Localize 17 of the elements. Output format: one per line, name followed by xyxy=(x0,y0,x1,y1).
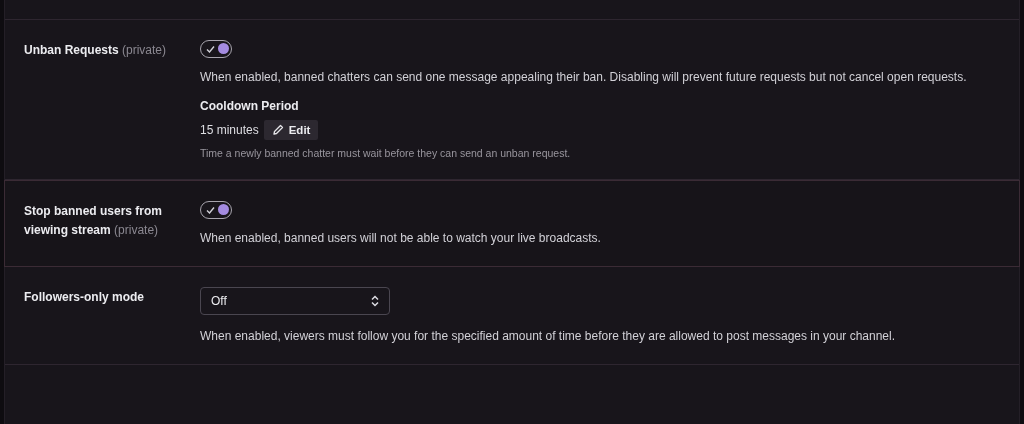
setting-description: When enabled, banned chatters can send one message appealing their ban. Disabling will prevent future requests but not cancel open requests. xyxy=(200,69,968,86)
setting-description: When enabled, banned users will not be able to watch your live broadcasts. xyxy=(200,230,602,247)
section-title: Cooldown Period xyxy=(200,99,300,113)
setting-label: Stop banned users from viewing stream (private) xyxy=(24,203,164,239)
select-dropdown[interactable]: Off xyxy=(200,287,390,315)
hint-text: Time a newly banned chatter must wait before they can send an unban request. xyxy=(200,147,572,159)
check-icon xyxy=(206,205,215,214)
pencil-icon xyxy=(271,124,284,136)
toggle-switch[interactable] xyxy=(200,40,232,58)
edit-button[interactable]: Edit xyxy=(263,120,319,140)
setting-label: Unban Requests (private) xyxy=(24,42,168,59)
toggle-switch[interactable] xyxy=(200,201,232,219)
setting-description: When enabled, viewers must follow you for the specified amount of time before they are allowed to post messages in your channel. xyxy=(200,328,897,345)
cooldown-value: 15 minutes xyxy=(200,123,259,137)
chevron-updown-icon xyxy=(371,295,379,307)
check-icon xyxy=(206,44,215,53)
setting-label: Followers-only mode xyxy=(24,289,145,306)
